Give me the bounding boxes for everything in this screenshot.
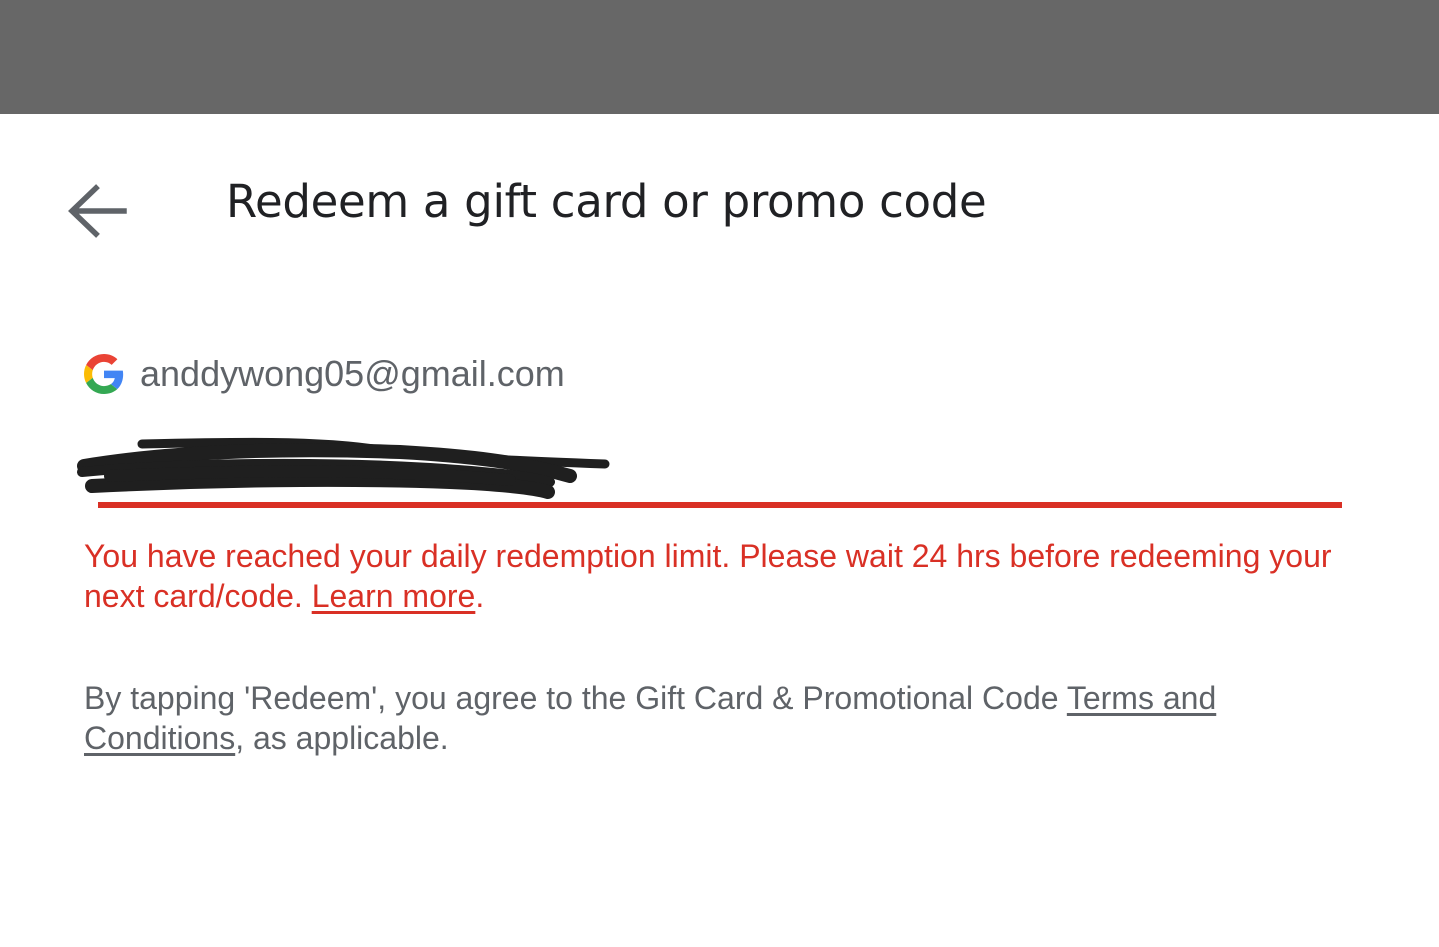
status-bar xyxy=(0,0,1439,114)
error-underline xyxy=(98,502,1342,508)
account-email: anddywong05@gmail.com xyxy=(140,353,565,394)
arrow-left-icon xyxy=(68,184,127,238)
back-button[interactable] xyxy=(62,176,134,248)
code-field[interactable] xyxy=(98,430,1342,508)
terms-notice: By tapping 'Redeem', you agree to the Gi… xyxy=(84,678,1374,758)
terms-suffix: , as applicable. xyxy=(235,720,449,756)
learn-more-link[interactable]: Learn more xyxy=(312,578,476,614)
account-row: anddywong05@gmail.com xyxy=(84,350,565,398)
terms-prefix: By tapping 'Redeem', you agree to the Gi… xyxy=(84,680,1067,716)
error-text: You have reached your daily redemption l… xyxy=(84,538,1332,614)
error-suffix: . xyxy=(475,578,485,614)
page-title: Redeem a gift card or promo code xyxy=(226,175,987,228)
google-g-logo xyxy=(84,354,124,394)
code-input[interactable] xyxy=(98,430,1342,500)
error-message: You have reached your daily redemption l… xyxy=(84,536,1364,616)
